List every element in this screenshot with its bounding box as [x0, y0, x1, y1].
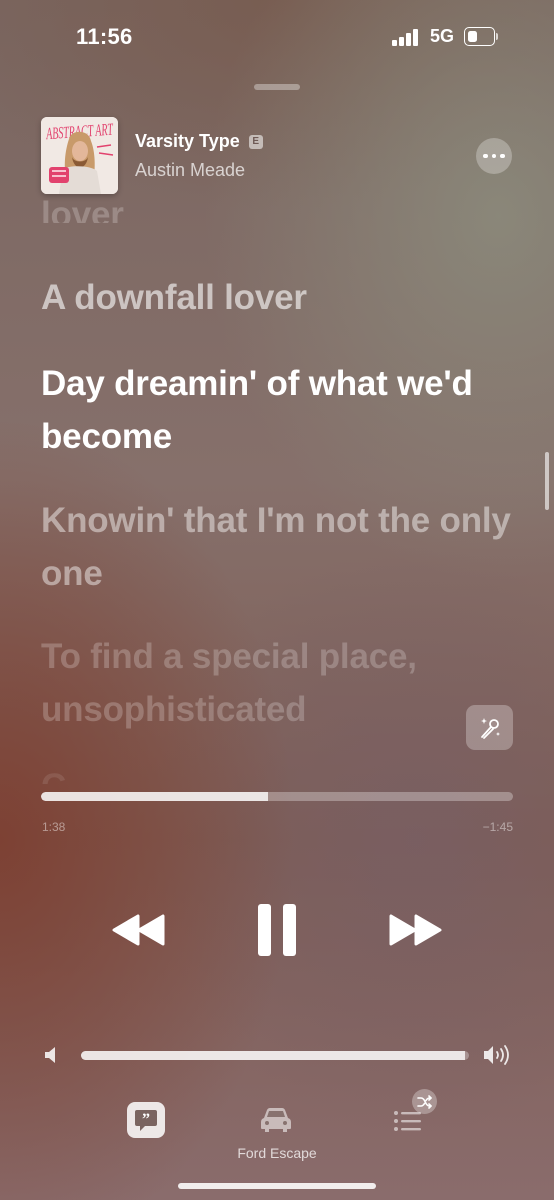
speaker-high-icon: [483, 1044, 511, 1066]
status-time: 11:56: [76, 24, 133, 49]
elapsed-time: 1:38: [42, 820, 66, 834]
microphone-sparkle-icon: [480, 717, 500, 739]
song-title: Varsity Type: [135, 131, 240, 151]
speaker-low-icon: [44, 1046, 58, 1064]
remaining-time: −1:45: [482, 820, 513, 834]
volume-slider-fill: [81, 1051, 466, 1060]
song-title-row[interactable]: Varsity Type E: [135, 131, 263, 152]
ellipsis-icon: [483, 153, 505, 159]
pause-icon: [258, 904, 296, 956]
lyric-line-current[interactable]: Day dreamin' of what we'd become: [41, 357, 511, 463]
quote-bubble-icon: ”: [135, 1110, 157, 1131]
car-icon[interactable]: [258, 1104, 294, 1134]
previous-track-button[interactable]: [111, 908, 167, 952]
network-type: 5G: [430, 26, 455, 46]
shuffle-indicator[interactable]: [412, 1089, 437, 1114]
sing-button[interactable]: [466, 705, 513, 750]
lyric-line-past[interactable]: A downfall lover: [41, 271, 511, 324]
shuffle-icon: [416, 1094, 432, 1109]
lyric-line-upcoming[interactable]: C: [41, 760, 511, 784]
pause-button[interactable]: [256, 903, 298, 957]
playback-scrubber[interactable]: [41, 792, 513, 801]
sheet-grabber[interactable]: [254, 84, 300, 90]
forward-icon: [389, 914, 442, 946]
battery-icon: [464, 27, 498, 46]
artist-name[interactable]: Austin Meade: [135, 160, 245, 181]
playback-progress-fill: [41, 792, 268, 801]
lyric-line-upcoming[interactable]: To find a special place, unsophisticated: [41, 630, 511, 736]
lyrics-button[interactable]: ”: [127, 1102, 165, 1138]
album-artwork[interactable]: ABSTRACT ART: [41, 117, 118, 194]
output-device-label[interactable]: Ford Escape: [200, 1145, 354, 1161]
cellular-signal-icon: [392, 28, 422, 46]
scroll-indicator[interactable]: [545, 452, 549, 510]
backward-icon: [112, 914, 165, 946]
explicit-badge: E: [248, 134, 263, 149]
home-indicator[interactable]: [178, 1183, 376, 1189]
svg-text:”: ”: [142, 1111, 150, 1128]
more-button[interactable]: [476, 138, 512, 174]
lyric-line-previous[interactable]: lover: [41, 188, 511, 223]
volume-slider[interactable]: [81, 1051, 469, 1060]
lyric-line-upcoming[interactable]: Knowin' that I'm not the only one: [41, 494, 511, 600]
next-track-button[interactable]: [387, 908, 443, 952]
